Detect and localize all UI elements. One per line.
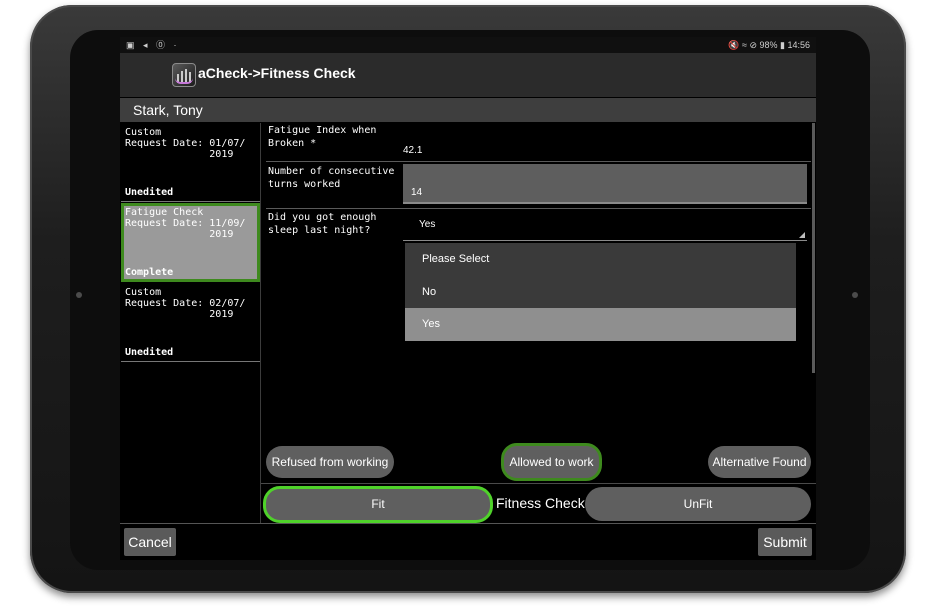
sleep-option-please-select[interactable]: Please Select [405,243,796,276]
sleep-row: Did you got enough sleep last night? Yes [266,209,811,241]
request-date: 01/07/ 2019 [209,138,246,160]
sleep-option-yes[interactable]: Yes [405,308,796,341]
request-item[interactable]: Custom Request Date: 02/07/ 2019 Unedite… [121,283,260,362]
request-item[interactable]: Custom Request Date: 01/07/ 2019 Unedite… [121,123,260,202]
consecutive-turns-input[interactable]: 14 [403,164,807,204]
request-date-label: Request Date: [125,138,204,149]
dropdown-arrow-icon [799,232,805,238]
fitness-check-label: Fitness Check [496,495,585,511]
status-left-icons: ▣ ◂ ⓪ · [126,40,180,50]
request-date-label: Request Date: [125,298,204,309]
front-sensor-right [852,292,858,298]
cancel-button[interactable]: Cancel [124,528,176,556]
request-status: Unedited [125,187,174,198]
status-bar: ▣ ◂ ⓪ · 🔇 ≈ ⊘ 98% ▮ 14:56 [120,37,816,53]
form-scrollbar[interactable] [812,123,815,373]
acheck-logo-icon [172,63,196,87]
allowed-to-work-button[interactable]: Allowed to work [501,443,602,481]
request-type: Custom [125,127,162,138]
device-screen: ▣ ◂ ⓪ · 🔇 ≈ ⊘ 98% ▮ 14:56 aCheck->Fitnes… [120,37,816,560]
status-right-info: 🔇 ≈ ⊘ 98% ▮ 14:56 [728,40,810,50]
request-status: Complete [125,267,174,278]
fatigue-index-value: 42.1 [403,145,423,156]
submit-button[interactable]: Submit [758,528,812,556]
request-date: 02/07/ 2019 [209,298,246,320]
request-date: 11/09/ 2019 [209,218,246,240]
request-type: Custom [125,287,162,298]
sleep-options-list: Please Select No Yes [405,243,796,341]
app-bar: aCheck->Fitness Check [120,53,816,97]
fatigue-index-row: Fatigue Index when Broken * 42.1 [266,123,811,162]
unfit-button[interactable]: UnFit [585,487,811,521]
request-date-label: Request Date: [125,218,204,229]
consecutive-turns-value: 14 [411,187,423,198]
consecutive-turns-row: Number of consecutive turns worked 14 [266,162,811,209]
patient-header: Stark, Tony [120,98,816,122]
patient-name: Stark, Tony [133,102,203,118]
request-item-selected[interactable]: Fatigue Check Request Date: 11/09/ 2019 … [121,203,260,282]
fit-button[interactable]: Fit [263,486,493,523]
sleep-option-no[interactable]: No [405,276,796,309]
sleep-label: Did you got enough sleep last night? [268,212,377,236]
request-type: Fatigue Check [125,207,204,218]
sleep-selected-value: Yes [419,219,436,230]
refused-from-working-button[interactable]: Refused from working [266,446,394,478]
sleep-select[interactable]: Yes [403,209,807,241]
app-title: aCheck->Fitness Check [198,65,356,81]
action-bar: Cancel Submit [120,523,816,560]
fatigue-index-label: Fatigue Index when Broken * [268,125,377,149]
alternative-found-button[interactable]: Alternative Found [708,446,811,478]
request-status: Unedited [125,347,174,358]
consecutive-turns-label: Number of consecutive turns worked [268,166,395,190]
front-sensor-left [76,292,82,298]
fitness-check-row: Fit Fitness Check UnFit [261,483,816,524]
request-list: Custom Request Date: 01/07/ 2019 Unedite… [121,123,261,523]
